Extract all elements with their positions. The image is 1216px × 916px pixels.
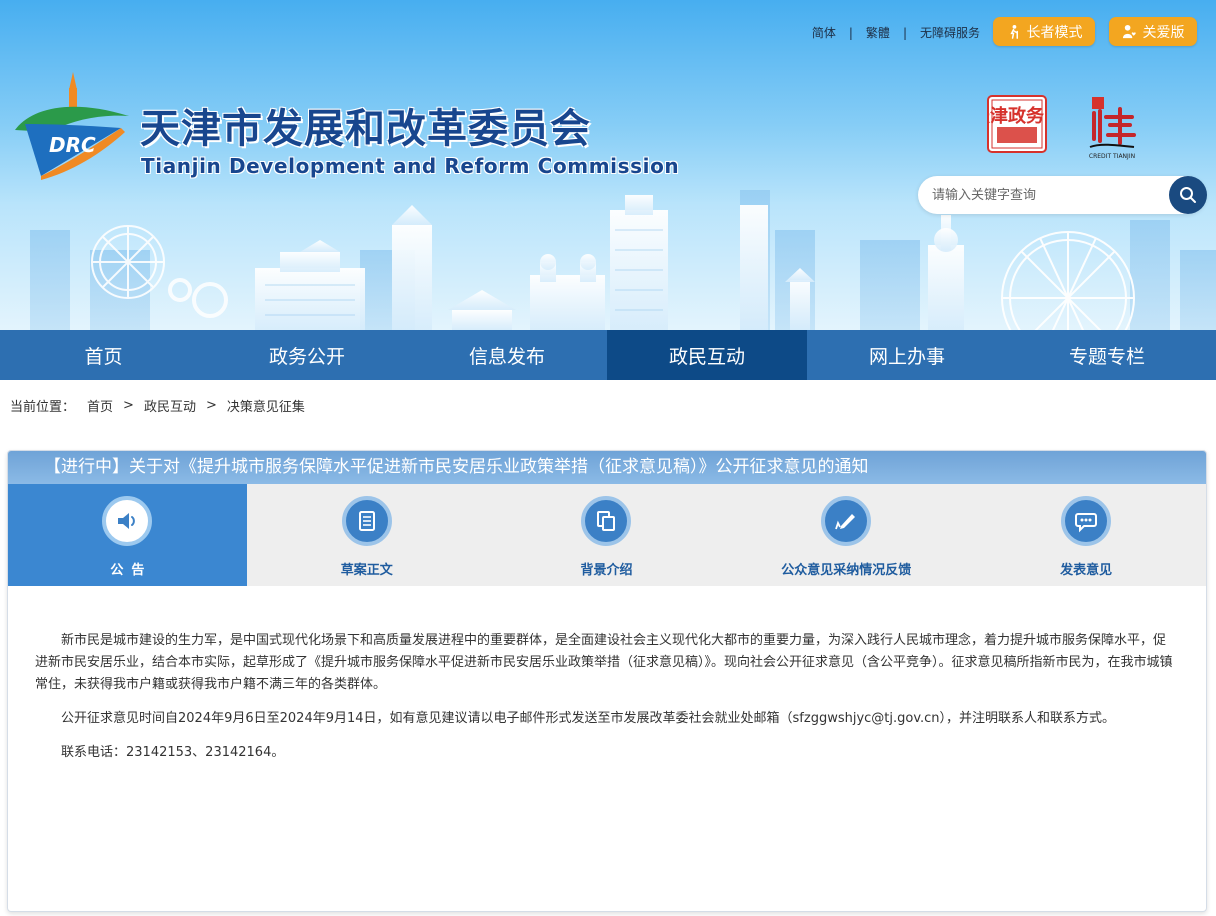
edit-pen-icon bbox=[835, 514, 856, 530]
drc-logo[interactable]: DRC bbox=[11, 68, 135, 188]
tianjin-gov-seal[interactable]: 天津政务网 bbox=[987, 95, 1047, 153]
top-links: 简体 | 繁體 | 无障碍服务 bbox=[812, 24, 980, 41]
site-subtitle: Tianjin Development and Reform Commissio… bbox=[141, 154, 680, 178]
breadcrumb-separator: > bbox=[123, 398, 134, 413]
site-title: 天津市发展和改革委员会 bbox=[140, 106, 591, 152]
elder-mode-label: 长者模式 bbox=[1026, 24, 1083, 41]
tab-submit-opinion-label: 发表意见 bbox=[1060, 563, 1113, 578]
search-bar bbox=[918, 176, 1207, 214]
announcement-content: 新市民是城市建设的生力军，是中国式现代化场景下和高质量发展进程中的重要群体，是全… bbox=[8, 586, 1206, 764]
panel-tabs: 公告 草案正文 背景介绍 公众意见采纳情况反馈 发表意见 bbox=[8, 484, 1206, 586]
search-icon bbox=[1180, 187, 1196, 203]
consultation-panel: 【进行中】关于对《提升城市服务保障水平促进新市民安居乐业政策举措（征求意见稿）》… bbox=[7, 450, 1207, 912]
credit-tianjin-logo[interactable]: CREDIT TIANJIN bbox=[1086, 95, 1138, 161]
tab-announcement-label: 公告 bbox=[110, 563, 153, 578]
care-mode-label: 关爱版 bbox=[1142, 24, 1185, 41]
seal-text: 天津政务网 bbox=[987, 105, 1047, 127]
panel-title: 【进行中】关于对《提升城市服务保障水平促进新市民安居乐业政策举措（征求意见稿）》… bbox=[8, 451, 1206, 484]
elder-mode-button[interactable]: 长者模式 bbox=[993, 17, 1095, 46]
care-mode-button[interactable]: 关爱版 bbox=[1109, 17, 1197, 46]
breadcrumb-interaction[interactable]: 政民互动 bbox=[144, 396, 196, 415]
nav-item-home[interactable]: 首页 bbox=[0, 330, 207, 380]
tab-icon-circle bbox=[102, 496, 153, 546]
elder-icon bbox=[1009, 24, 1018, 39]
traditional-chinese-link[interactable]: 繁體 bbox=[866, 24, 890, 41]
tab-icon-circle bbox=[821, 496, 872, 546]
nav-item-special-topics[interactable]: 专题专栏 bbox=[1007, 330, 1207, 380]
paragraph: 新市民是城市建设的生力军，是中国式现代化场景下和高质量发展进程中的重要群体，是全… bbox=[35, 633, 1173, 692]
nav-item-online-services[interactable]: 网上办事 bbox=[807, 330, 1007, 380]
divider: | bbox=[902, 25, 907, 40]
tab-background[interactable]: 背景介绍 bbox=[487, 484, 727, 586]
breadcrumb-home[interactable]: 首页 bbox=[87, 396, 113, 415]
accessibility-link[interactable]: 无障碍服务 bbox=[920, 24, 980, 41]
header-banner: 简体 | 繁體 | 无障碍服务 长者模式 关爱版 DRC 天津市发展和改革委员会… bbox=[0, 0, 1216, 330]
tab-draft-text[interactable]: 草案正文 bbox=[247, 484, 487, 586]
breadcrumb-label: 当前位置： bbox=[10, 400, 76, 415]
main-nav: 首页 政务公开 信息发布 政民互动 网上办事 专题专栏 bbox=[0, 330, 1216, 380]
chat-bubble-icon bbox=[1075, 513, 1098, 533]
credit-text: CREDIT TIANJIN bbox=[1089, 153, 1135, 160]
search-input[interactable] bbox=[932, 176, 1162, 214]
breadcrumb-consultation[interactable]: 决策意见征集 bbox=[227, 396, 305, 415]
breadcrumb-separator: > bbox=[205, 398, 217, 413]
contact-phone: 联系电话：23142153、23142164。 bbox=[61, 745, 285, 760]
tab-draft-text-label: 草案正文 bbox=[340, 563, 393, 578]
search-button[interactable] bbox=[1169, 176, 1207, 214]
speaker-icon bbox=[118, 513, 136, 529]
tab-icon-circle bbox=[1061, 496, 1112, 546]
paragraph: 公开征求意见时间自2024年9月6日至2024年9月14日，如有意见建议请以电子… bbox=[61, 711, 1116, 726]
user-heart-icon bbox=[1122, 24, 1136, 39]
tab-announcement[interactable]: 公告 bbox=[8, 484, 247, 586]
tab-icon-circle bbox=[581, 496, 632, 546]
tab-submit-opinion[interactable]: 发表意见 bbox=[966, 484, 1206, 586]
document-icon bbox=[358, 511, 375, 531]
tab-feedback[interactable]: 公众意见采纳情况反馈 bbox=[726, 484, 966, 586]
simplified-chinese-link[interactable]: 简体 bbox=[812, 24, 836, 41]
breadcrumb: 当前位置： 首页 > 政民互动 > 决策意见征集 bbox=[10, 396, 305, 415]
nav-item-gov-affairs[interactable]: 政务公开 bbox=[207, 330, 407, 380]
copy-document-icon bbox=[597, 511, 616, 531]
nav-item-interaction[interactable]: 政民互动 bbox=[607, 330, 807, 380]
nav-item-news[interactable]: 信息发布 bbox=[407, 330, 607, 380]
tab-background-label: 背景介绍 bbox=[580, 563, 633, 578]
divider: | bbox=[848, 25, 853, 40]
tab-icon-circle bbox=[341, 496, 392, 546]
logo-text: DRC bbox=[49, 133, 96, 157]
tab-feedback-label: 公众意见采纳情况反馈 bbox=[781, 563, 912, 578]
